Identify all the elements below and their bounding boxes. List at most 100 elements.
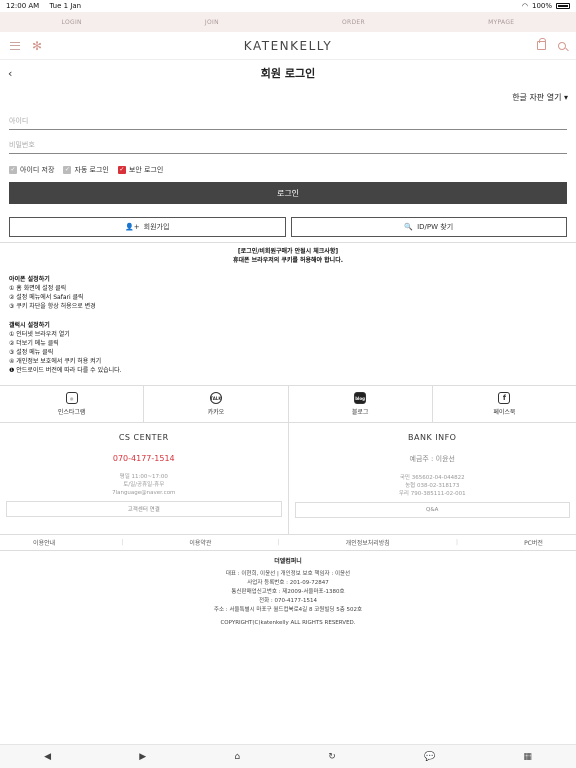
login-button[interactable]: 로그인 bbox=[9, 182, 567, 204]
secure-login-checkbox[interactable]: ✓ 보안 로그인 bbox=[117, 165, 163, 175]
find-id-pw-button[interactable]: 🔍 ID/PW 찾기 bbox=[290, 217, 567, 237]
nav-order[interactable]: ORDER bbox=[342, 19, 365, 26]
keyboard-toggle[interactable]: 한글 자판 열기 ▾ bbox=[0, 86, 576, 106]
link-separator: | bbox=[121, 539, 124, 546]
iphone-step: ② 설정 메뉴에서 Safari 클릭 bbox=[9, 294, 84, 301]
instagram-link[interactable]: ◎ 인스타그램 bbox=[0, 386, 145, 422]
galaxy-step: ① 인터넷 브라우저 열기 bbox=[9, 331, 70, 338]
find-label: ID/PW 찾기 bbox=[417, 223, 454, 231]
chat-icon[interactable]: 💬 bbox=[424, 752, 435, 762]
status-date: Tue 1 Jan bbox=[49, 2, 82, 10]
save-id-label: 아이디 저장 bbox=[20, 166, 55, 174]
nav-join[interactable]: JOIN bbox=[205, 19, 219, 26]
company-line: 주소 : 서울특별시 마포구 월드컵북로4길 8 코원빌딩 5층 502호 bbox=[213, 607, 363, 613]
auto-login-label: 자동 로그인 bbox=[74, 166, 109, 174]
divider bbox=[0, 242, 576, 243]
notice-subtitle: 휴대폰 브라우저의 쿠키를 허용해야 합니다. bbox=[233, 257, 343, 264]
footer-links: 이용안내 | 이용약관 | 개인정보처리방침 | PC버전 bbox=[0, 535, 576, 551]
back-icon[interactable]: ‹ bbox=[8, 67, 12, 80]
cs-connect-button[interactable]: 고객센터 연결 bbox=[6, 501, 282, 517]
link-terms[interactable]: 이용약관 bbox=[189, 538, 211, 547]
cart-icon[interactable] bbox=[536, 38, 546, 50]
brand-name[interactable]: KATENKELLY bbox=[244, 39, 332, 53]
page-titlebar: ‹ 회원 로그인 bbox=[0, 60, 576, 86]
grid-menu-icon[interactable]: ▦ bbox=[523, 752, 532, 762]
blog-label: 블로그 bbox=[351, 409, 369, 416]
company-line: 사업자 등록번호 : 201-09-72847 bbox=[247, 580, 329, 586]
kakao-talk-icon: TALK bbox=[209, 392, 222, 404]
notice-title: [로그인/비회원구매가 안될시 체크사항] bbox=[237, 248, 339, 255]
link-separator: | bbox=[277, 539, 280, 546]
sub-actions: 👤+ 회원가입 🔍 ID/PW 찾기 bbox=[9, 217, 567, 237]
brand-logo-icon[interactable]: ✻ bbox=[32, 39, 42, 53]
social-links: ◎ 인스타그램 TALK 카카오 blog 블로그 f 페이스북 bbox=[0, 385, 576, 423]
kakao-label: 카카오 bbox=[207, 409, 225, 416]
wifi-icon: ◠ bbox=[521, 2, 528, 10]
save-id-checkbox[interactable]: ✓ 아이디 저장 bbox=[9, 165, 54, 175]
bank-info: BANK INFO 예금주 : 이윤선 국민 365602-04-044822 … bbox=[289, 423, 576, 534]
cs-hours: 평일 11:00~17:00 bbox=[119, 474, 168, 480]
cs-holiday: 토/일/공휴일-휴무 bbox=[123, 482, 165, 488]
iphone-step: ③ 쿠키 차단을 항상 허용으로 변경 bbox=[9, 303, 96, 310]
kakao-link[interactable]: TALK 카카오 bbox=[144, 386, 289, 422]
status-time: 12:00 AM bbox=[6, 2, 40, 10]
join-button[interactable]: 👤+ 회원가입 bbox=[9, 217, 286, 237]
magnifier-icon: 🔍 bbox=[404, 223, 414, 231]
checkbox-icon: ✓ bbox=[63, 166, 72, 174]
page-title: 회원 로그인 bbox=[260, 67, 316, 80]
top-nav: LOGIN JOIN ORDER MYPAGE bbox=[0, 12, 576, 32]
facebook-label: 페이스북 bbox=[493, 409, 516, 416]
blog-link[interactable]: blog 블로그 bbox=[289, 386, 433, 422]
nav-mypage[interactable]: MYPAGE bbox=[488, 19, 514, 26]
add-user-icon: 👤+ bbox=[125, 223, 140, 231]
link-privacy[interactable]: 개인정보처리방침 bbox=[346, 538, 390, 547]
company-info: 더엘컴퍼니 대표 : 이현희, 이윤선 | 개인정보 보호 책임자 : 이윤선 … bbox=[0, 551, 576, 628]
site-header: ✻ KATENKELLY bbox=[0, 32, 576, 60]
facebook-icon: f bbox=[498, 392, 511, 404]
bank-account: 우리 790-385111-02-001 bbox=[398, 491, 466, 497]
checkbox-icon: ✓ bbox=[9, 166, 17, 174]
cs-center: CS CENTER 070-4177-1514 평일 11:00~17:00 토… bbox=[0, 423, 289, 534]
qna-button[interactable]: Q&A bbox=[294, 502, 570, 518]
join-label: 회원가입 bbox=[143, 223, 170, 231]
forward-arrow-icon[interactable]: ▶ bbox=[139, 752, 146, 762]
facebook-link[interactable]: f 페이스북 bbox=[433, 386, 576, 422]
bank-title: BANK INFO bbox=[408, 433, 457, 442]
password-input[interactable] bbox=[9, 140, 567, 149]
app-bottom-bar: ◀ ▶ ⌂ ↻ 💬 ▦ bbox=[0, 744, 576, 768]
iphone-heading: 아이폰 설정하기 bbox=[9, 276, 50, 283]
company-name: 더엘컴퍼니 bbox=[274, 558, 302, 565]
refresh-icon[interactable]: ↻ bbox=[328, 752, 336, 762]
galaxy-step: ② 더보기 메뉴 클릭 bbox=[9, 340, 59, 347]
search-icon[interactable] bbox=[557, 41, 566, 50]
link-pc-version[interactable]: PC버전 bbox=[524, 538, 543, 547]
galaxy-step: ④ 개인정보 보호에서 쿠키 허용 켜기 bbox=[9, 358, 102, 365]
link-guide[interactable]: 이용안내 bbox=[33, 538, 55, 547]
iphone-step: ① 홈 화면에 설정 클릭 bbox=[9, 285, 67, 292]
company-line: 전화 : 070-4177-1514 bbox=[259, 598, 317, 604]
battery-icon bbox=[556, 3, 570, 9]
cs-phone[interactable]: 070-4177-1514 bbox=[6, 454, 282, 463]
id-input[interactable] bbox=[9, 116, 567, 125]
link-separator: | bbox=[455, 539, 458, 546]
company-line: 대표 : 이현희, 이윤선 | 개인정보 보호 책임자 : 이윤선 bbox=[225, 571, 351, 577]
id-field bbox=[9, 112, 567, 130]
login-options: ✓ 아이디 저장 ✓ 자동 로그인 ✓ 보안 로그인 bbox=[0, 154, 576, 178]
bank-owner: 예금주 : 이윤선 bbox=[409, 455, 455, 463]
cookie-notice: [로그인/비회원구매가 안될시 체크사항] 휴대폰 브라우저의 쿠키를 허용해야… bbox=[0, 247, 576, 375]
bank-account: 농협 038-02-318173 bbox=[405, 483, 460, 489]
instagram-icon: ◎ bbox=[65, 392, 78, 404]
company-line: 통신판매업신고번호 : 제2009-서울마포-1380호 bbox=[231, 589, 345, 595]
back-arrow-icon[interactable]: ◀ bbox=[44, 752, 51, 762]
nav-login[interactable]: LOGIN bbox=[62, 19, 82, 26]
info-section: CS CENTER 070-4177-1514 평일 11:00~17:00 토… bbox=[0, 423, 576, 535]
menu-icon[interactable] bbox=[10, 41, 20, 50]
home-icon[interactable]: ⌂ bbox=[234, 752, 240, 762]
status-bar: 12:00 AM Tue 1 Jan ◠ 100% bbox=[0, 0, 576, 12]
galaxy-step: ③ 설정 메뉴 클릭 bbox=[9, 349, 54, 356]
cs-title: CS CENTER bbox=[118, 433, 169, 442]
galaxy-heading: 갤럭시 설정하기 bbox=[9, 322, 50, 329]
auto-login-checkbox[interactable]: ✓ 자동 로그인 bbox=[63, 165, 109, 175]
galaxy-note: ❶ 안드로이드 버전에 따라 다를 수 있습니다. bbox=[9, 367, 122, 374]
battery-percent: 100% bbox=[531, 2, 552, 10]
